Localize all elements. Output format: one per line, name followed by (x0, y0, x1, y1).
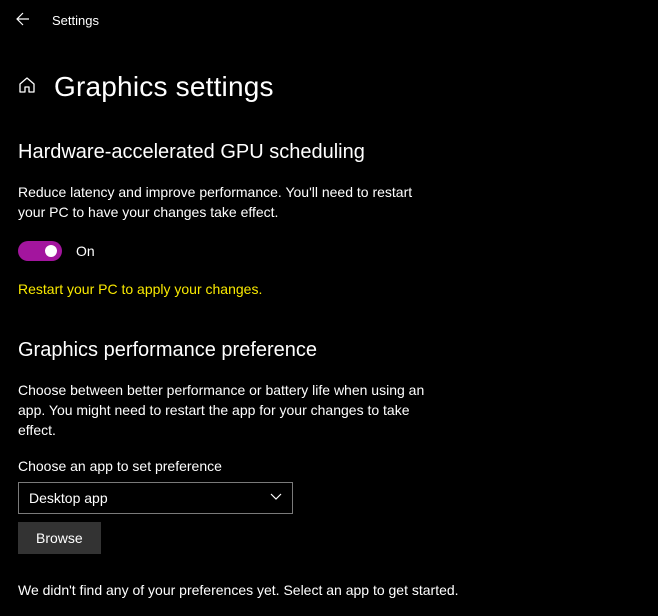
gpu-scheduling-toggle[interactable] (18, 241, 62, 261)
chevron-down-icon (270, 492, 282, 504)
page-title: Graphics settings (54, 71, 274, 103)
toggle-knob (45, 245, 57, 257)
header-title: Settings (52, 13, 99, 28)
toggle-state-label: On (76, 243, 95, 259)
home-icon[interactable] (18, 76, 36, 99)
restart-warning: Restart your PC to apply your changes. (18, 281, 640, 297)
gpu-scheduling-heading: Hardware-accelerated GPU scheduling (18, 141, 640, 164)
gpu-scheduling-description: Reduce latency and improve performance. … (18, 182, 438, 223)
performance-pref-description: Choose between better performance or bat… (18, 380, 438, 441)
app-type-select[interactable]: Desktop app (18, 482, 293, 514)
app-select-label: Choose an app to set preference (18, 458, 640, 474)
back-button[interactable] (12, 8, 34, 33)
empty-preferences-text: We didn't find any of your preferences y… (18, 582, 640, 598)
select-value: Desktop app (29, 490, 108, 506)
performance-pref-heading: Graphics performance preference (18, 339, 640, 362)
browse-button[interactable]: Browse (18, 522, 101, 554)
